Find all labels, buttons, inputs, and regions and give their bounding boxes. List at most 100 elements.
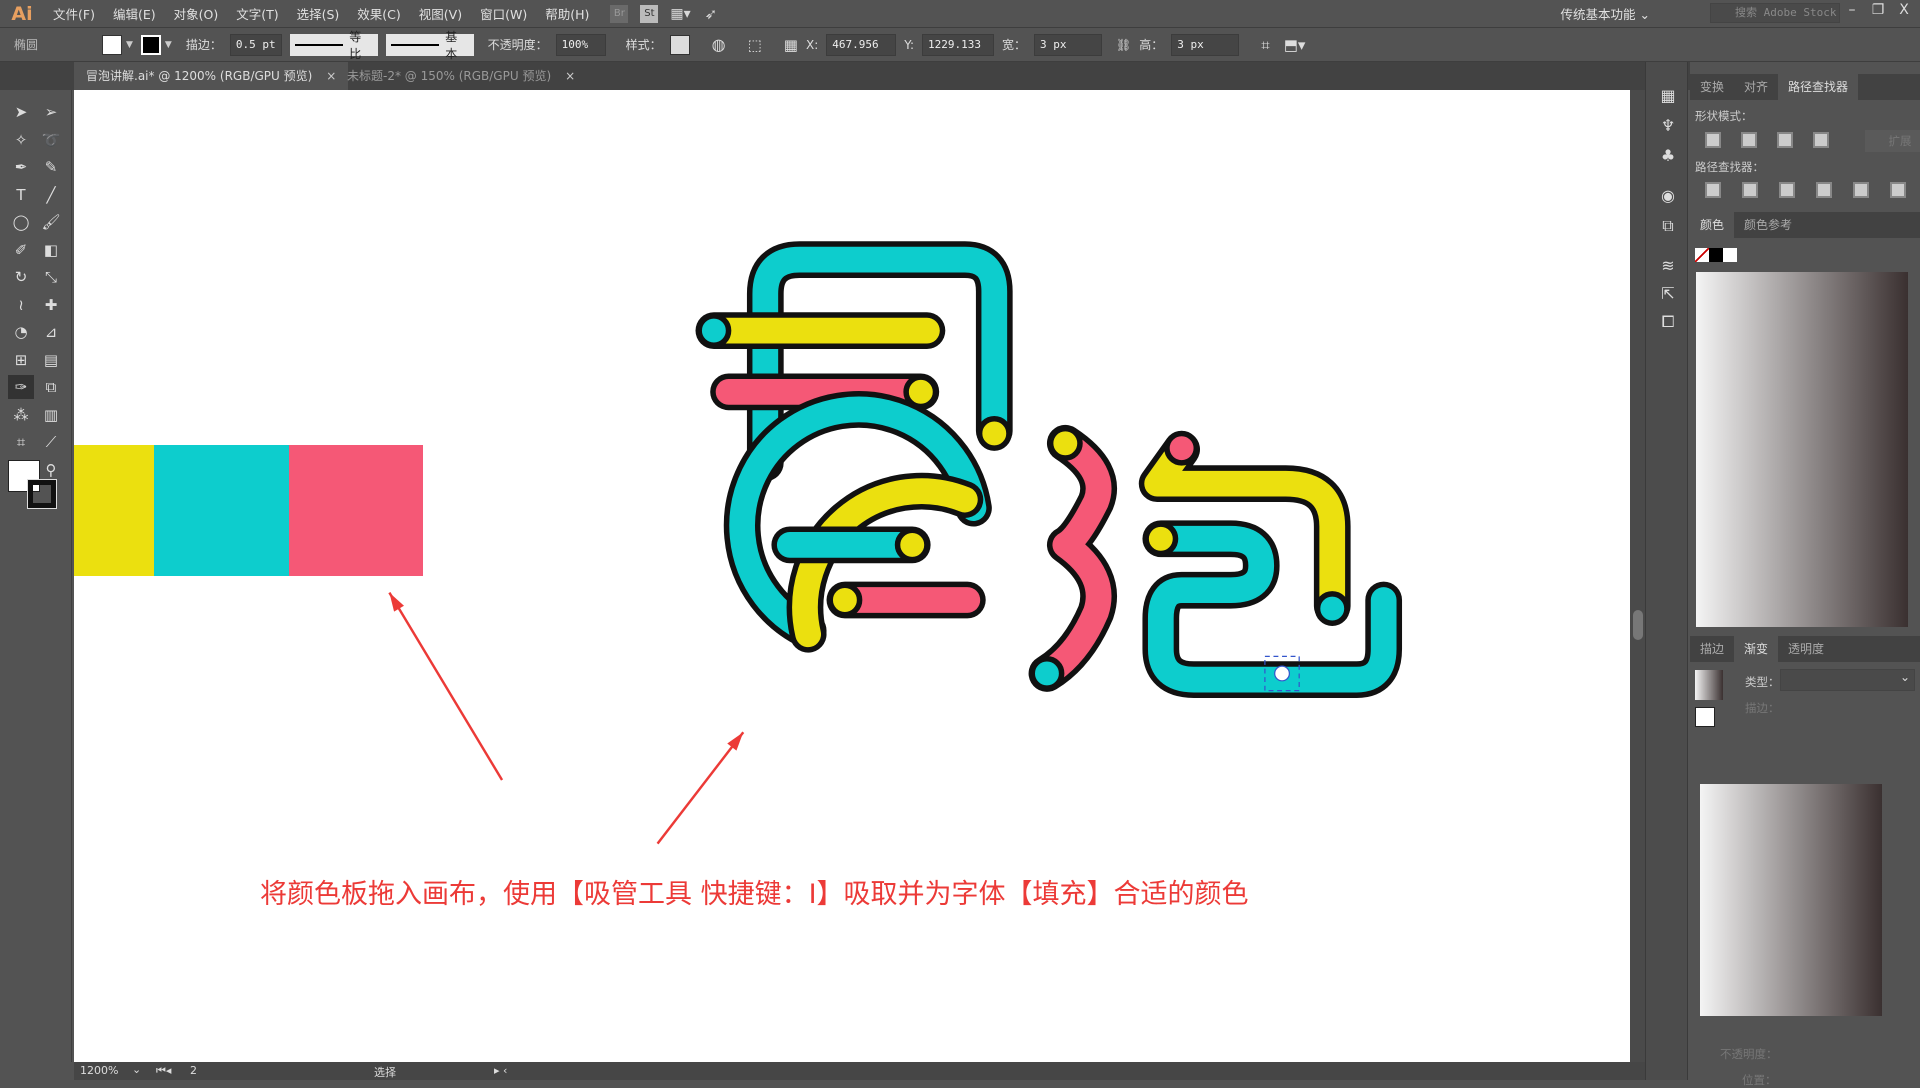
black-color-swatch[interactable]	[1709, 248, 1723, 262]
tab-color[interactable]: 颜色	[1690, 212, 1735, 238]
zoom-dropdown-icon[interactable]: ⌄	[132, 1063, 141, 1076]
line-tool-icon[interactable]: ╱	[38, 183, 64, 207]
menu-object[interactable]: 对象(O)	[165, 4, 228, 23]
shaper-tool-icon[interactable]: ✐	[8, 238, 34, 262]
color-spectrum[interactable]	[1696, 272, 1908, 627]
transform-icon[interactable]: ⌗	[1261, 36, 1269, 54]
first-artboard-icon[interactable]: ⏮◂	[156, 1064, 171, 1078]
stock-button[interactable]: St	[640, 4, 659, 23]
paintbrush-tool-icon[interactable]: 🖌	[38, 210, 64, 234]
cyan-swatch[interactable]	[154, 445, 289, 576]
zoom-tool-icon[interactable]: ⚲	[38, 458, 64, 482]
menu-file[interactable]: 文件(F)	[44, 4, 104, 23]
unite-button[interactable]	[1705, 132, 1721, 148]
swatches-icon[interactable]: ▦	[1656, 86, 1680, 110]
brush-definition[interactable]: 基本	[385, 30, 474, 61]
menu-window[interactable]: 窗口(W)	[471, 4, 536, 23]
fill-stroke-indicator[interactable]	[1695, 707, 1715, 727]
restore-button[interactable]: ❐	[1866, 2, 1890, 24]
tab-transparency[interactable]: 透明度	[1778, 636, 1834, 662]
arrange-documents-icon[interactable]: ▦▾	[670, 6, 690, 22]
minus-back-button[interactable]	[1890, 182, 1906, 198]
tab-align[interactable]: 对齐	[1734, 74, 1778, 100]
slice-tool-icon[interactable]: ⟋	[38, 430, 64, 454]
artboard-number[interactable]: 2	[190, 1064, 197, 1077]
lasso-tool-icon[interactable]: ➰	[38, 128, 64, 152]
column-graph-tool-icon[interactable]: ▥	[38, 403, 64, 427]
isolate-icon[interactable]: ⬒▾	[1284, 36, 1306, 54]
close-tab-icon[interactable]: ×	[565, 69, 575, 83]
menu-select[interactable]: 选择(S)	[288, 4, 349, 23]
symbols-icon[interactable]: ♣	[1656, 146, 1680, 170]
status-arrow-icon[interactable]: ▸ ‹	[494, 1064, 507, 1077]
close-window-button[interactable]: X	[1892, 2, 1916, 24]
outline-button[interactable]	[1853, 182, 1869, 198]
variable-width-profile[interactable]: 等比	[289, 30, 378, 61]
menu-effect[interactable]: 效果(C)	[348, 4, 409, 23]
merge-button[interactable]	[1779, 182, 1795, 198]
blend-tool-icon[interactable]: ⧉	[38, 375, 64, 399]
curvature-tool-icon[interactable]: ✎	[38, 155, 64, 179]
menu-type[interactable]: 文字(T)	[227, 4, 287, 23]
menu-help[interactable]: 帮助(H)	[536, 4, 598, 23]
stroke-color-box[interactable]	[27, 479, 57, 509]
gradient-tool-icon[interactable]: ▤	[38, 348, 64, 372]
minimize-button[interactable]: –	[1840, 2, 1864, 24]
scale-tool-icon[interactable]: ⤡	[38, 265, 64, 289]
pen-tool-icon[interactable]: ✒	[8, 155, 34, 179]
ellipse-tool-icon[interactable]: ◯	[8, 210, 34, 234]
menu-edit[interactable]: 编辑(E)	[104, 4, 165, 23]
shape-builder-tool-icon[interactable]: ◔	[8, 320, 34, 344]
stock-search-input[interactable]: 搜索 Adobe Stock	[1710, 3, 1840, 23]
tab-document-1[interactable]: 冒泡讲解.ai* @ 1200% (RGB/GPU 预览) ×	[74, 62, 349, 90]
rotate-tool-icon[interactable]: ↻	[8, 265, 34, 289]
artboard-canvas[interactable]	[74, 90, 1630, 1062]
zoom-level[interactable]: 1200%	[80, 1064, 118, 1077]
appearance-icon[interactable]: ◉	[1656, 186, 1680, 210]
pin-tool-icon[interactable]: ✚	[38, 293, 64, 317]
eyedropper-tool-icon[interactable]: ✑	[8, 375, 34, 399]
graphic-styles-icon[interactable]: ⧉	[1656, 216, 1680, 240]
warp-tool-icon[interactable]: ≀	[8, 293, 34, 317]
stroke-weight-input[interactable]: 0.5 pt	[229, 33, 282, 56]
gradient-type-select[interactable]: ⌄	[1780, 669, 1915, 691]
magic-wand-tool-icon[interactable]: ✧	[8, 128, 34, 152]
height-input[interactable]: 3 px	[1171, 33, 1240, 56]
expand-button[interactable]: 扩展	[1865, 130, 1920, 152]
divide-button[interactable]	[1705, 182, 1721, 198]
mesh-tool-icon[interactable]: ⊞	[8, 348, 34, 372]
artboard-tool-icon[interactable]: ⌗	[8, 430, 34, 454]
opacity-input[interactable]: 100%	[555, 33, 606, 56]
direct-selection-tool-icon[interactable]: ➢	[38, 100, 64, 124]
tab-stroke[interactable]: 描边	[1690, 636, 1734, 662]
bridge-button[interactable]: Br	[610, 4, 629, 23]
reference-point-icon[interactable]: ▦	[784, 36, 798, 54]
crop-button[interactable]	[1816, 182, 1832, 198]
perspective-tool-icon[interactable]: ⊿	[38, 320, 64, 344]
trim-button[interactable]	[1742, 182, 1758, 198]
artboards-icon[interactable]: ⧠	[1656, 312, 1680, 336]
export-icon[interactable]: ⇱	[1656, 284, 1680, 308]
selection-tool-icon[interactable]: ➤	[8, 100, 34, 124]
gradient-slider-preview[interactable]	[1700, 784, 1882, 1016]
eraser-tool-icon[interactable]: ◧	[38, 238, 64, 262]
white-color-swatch[interactable]	[1723, 248, 1737, 262]
layers-icon[interactable]: ≋	[1656, 256, 1680, 280]
align-selection-icon[interactable]: ⬚	[748, 36, 762, 54]
tab-transform[interactable]: 变换	[1690, 74, 1734, 100]
intersect-button[interactable]	[1777, 132, 1793, 148]
stroke-swatch[interactable]: ▼	[140, 34, 172, 55]
x-input[interactable]: 467.956	[826, 33, 897, 56]
yellow-swatch[interactable]	[74, 445, 154, 576]
tab-color-guide[interactable]: 颜色参考	[1734, 212, 1802, 238]
fill-swatch[interactable]: ▼	[102, 34, 133, 55]
rocket-icon[interactable]: ➶	[705, 5, 718, 23]
menu-view[interactable]: 视图(V)	[410, 4, 471, 23]
y-input[interactable]: 1229.133	[922, 33, 995, 56]
none-color-swatch[interactable]	[1695, 248, 1709, 262]
scrollbar-thumb[interactable]	[1633, 610, 1643, 640]
vertical-scrollbar[interactable]	[1630, 90, 1645, 1062]
recolor-globe-icon[interactable]: ◍	[712, 35, 726, 54]
minus-front-button[interactable]	[1741, 132, 1757, 148]
tab-pathfinder[interactable]: 路径查找器	[1778, 74, 1859, 100]
